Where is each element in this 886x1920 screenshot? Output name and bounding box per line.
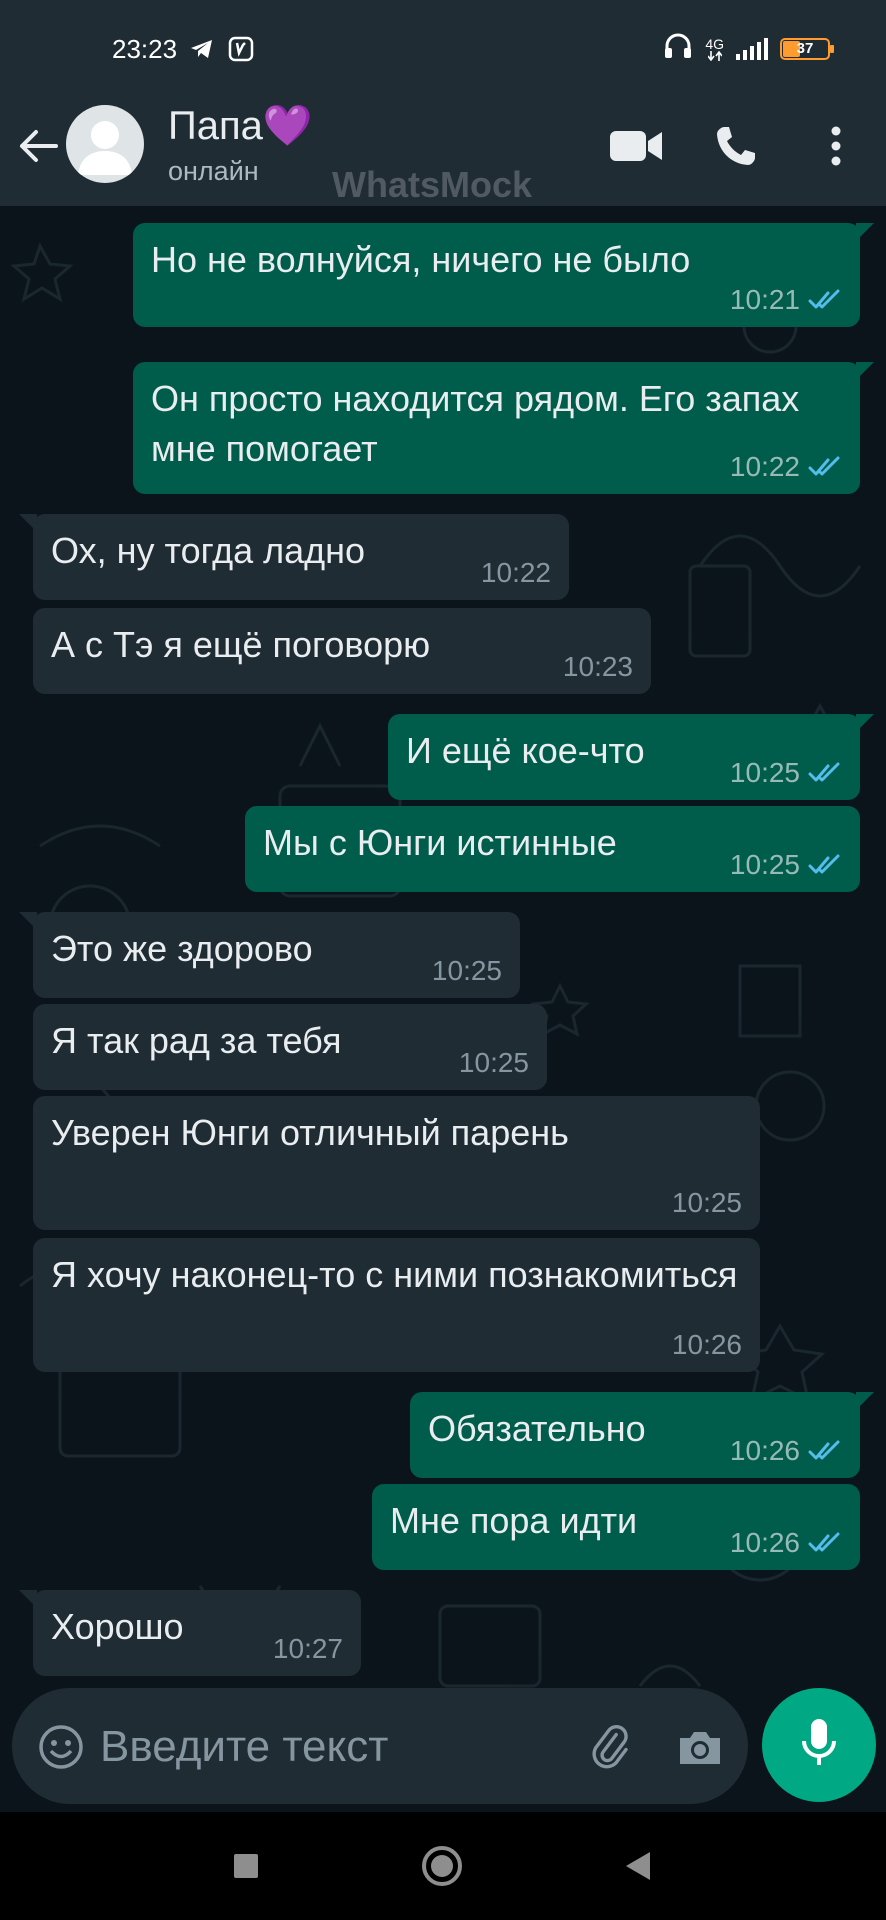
message-time: 10:25	[671, 1187, 742, 1218]
message-text: Я хочу наконец-то с ними познакомиться	[51, 1254, 738, 1295]
message-meta: 10:25	[459, 1048, 529, 1078]
contact-status: онлайн	[168, 156, 259, 186]
message-time: 10:25	[729, 849, 800, 880]
incoming-message[interactable]: Я хочу наконец-то с ними познакомиться 10…	[33, 1238, 760, 1372]
message-meta: 10:22	[730, 452, 842, 482]
message-time: 10:22	[480, 557, 551, 588]
avatar[interactable]	[66, 105, 144, 183]
message-meta: 10:26	[730, 1436, 842, 1466]
message-meta: 10:22	[481, 558, 551, 588]
message-text: А с Тэ я ещё поговорю	[51, 624, 431, 665]
app-notification-icon	[228, 36, 254, 67]
outgoing-message[interactable]: И ещё кое-что 10:25	[388, 714, 874, 800]
message-meta: 10:23	[563, 652, 633, 682]
home-icon[interactable]	[418, 1842, 466, 1890]
emoji-icon[interactable]	[38, 1724, 84, 1770]
back-arrow-icon[interactable]	[16, 124, 60, 168]
nav-back-icon[interactable]	[614, 1842, 662, 1890]
chat-area[interactable]: Но не волнуйся, ничего не было 10:21 Он пр…	[0, 206, 886, 1814]
signal-icon	[736, 37, 768, 60]
message-meta: 10:25	[672, 1188, 742, 1218]
message-time: 10:26	[729, 1435, 800, 1466]
message-time: 10:26	[729, 1527, 800, 1558]
outgoing-message[interactable]: Мне пора идти 10:26	[372, 1484, 860, 1570]
more-vert-icon[interactable]	[808, 118, 864, 174]
message-time: 10:25	[458, 1047, 529, 1078]
outgoing-message[interactable]: Но не волнуйся, ничего не было 10:21	[133, 223, 874, 327]
incoming-message[interactable]: Это же здорово 10:25	[19, 912, 520, 998]
attach-icon[interactable]	[584, 1722, 636, 1774]
incoming-message[interactable]: Я так рад за тебя 10:25	[33, 1004, 547, 1090]
message-input[interactable]	[98, 1716, 532, 1778]
mic-button[interactable]	[762, 1688, 876, 1802]
phone-icon[interactable]	[708, 118, 764, 174]
message-time: 10:23	[562, 651, 633, 682]
read-receipt-icon	[808, 762, 840, 782]
message-meta: 10:21	[730, 285, 842, 315]
system-nav-bar	[0, 1812, 886, 1920]
contact-name[interactable]: Папа💜	[168, 102, 313, 149]
message-text: Уверен Юнги отличный парень	[51, 1112, 569, 1153]
watermark: WhatsMock	[332, 164, 533, 205]
telegram-icon	[190, 38, 214, 65]
read-receipt-icon	[808, 456, 840, 476]
message-meta: 10:26	[672, 1330, 742, 1360]
message-text: Но не волнуйся, ничего не было	[151, 239, 691, 280]
message-time: 10:25	[431, 955, 502, 986]
read-receipt-icon	[808, 289, 840, 309]
outgoing-message[interactable]: Мы с Юнги истинные 10:25	[245, 806, 860, 892]
incoming-message[interactable]: А с Тэ я ещё поговорю 10:23	[33, 608, 651, 694]
read-receipt-icon	[808, 1532, 840, 1552]
message-meta: 10:25	[730, 850, 842, 880]
chat-header: Папа💜 онлайн WhatsMock	[0, 82, 886, 206]
read-receipt-icon	[808, 854, 840, 874]
battery-icon: 37	[780, 37, 834, 60]
message-time: 10:21	[729, 284, 800, 315]
message-time: 10:27	[272, 1633, 343, 1664]
status-time: 23:23	[112, 34, 178, 64]
incoming-message[interactable]: Ох, ну тогда ладно 10:22	[19, 514, 569, 600]
message-meta: 10:27	[273, 1634, 343, 1664]
battery-level: 37	[796, 40, 814, 57]
incoming-message[interactable]: Хорошо 10:27	[19, 1590, 361, 1676]
message-text: Я так рад за тебя	[51, 1020, 342, 1061]
message-composer	[12, 1688, 748, 1804]
video-call-icon[interactable]	[608, 118, 664, 174]
mic-icon	[799, 1717, 839, 1774]
message-meta: 10:25	[432, 956, 502, 986]
outgoing-message[interactable]: Обязательно 10:26	[410, 1392, 874, 1478]
message-time: 10:22	[729, 451, 800, 482]
incoming-message[interactable]: Уверен Юнги отличный парень 10:25	[33, 1096, 760, 1230]
message-meta: 10:26	[730, 1528, 842, 1558]
message-text: Ох, ну тогда ладно	[51, 530, 366, 571]
message-meta: 10:25	[730, 758, 842, 788]
camera-icon[interactable]	[674, 1722, 726, 1774]
recent-apps-icon[interactable]	[222, 1842, 270, 1890]
message-time: 10:26	[671, 1329, 742, 1360]
network-type: 4G	[705, 35, 724, 52]
read-receipt-icon	[808, 1440, 840, 1460]
status-bar: 23:23 4G 37	[0, 0, 886, 82]
message-time: 10:25	[729, 757, 800, 788]
outgoing-message[interactable]: Он просто находится рядом. Его запах мне…	[133, 362, 874, 494]
headphones-icon	[663, 32, 693, 65]
